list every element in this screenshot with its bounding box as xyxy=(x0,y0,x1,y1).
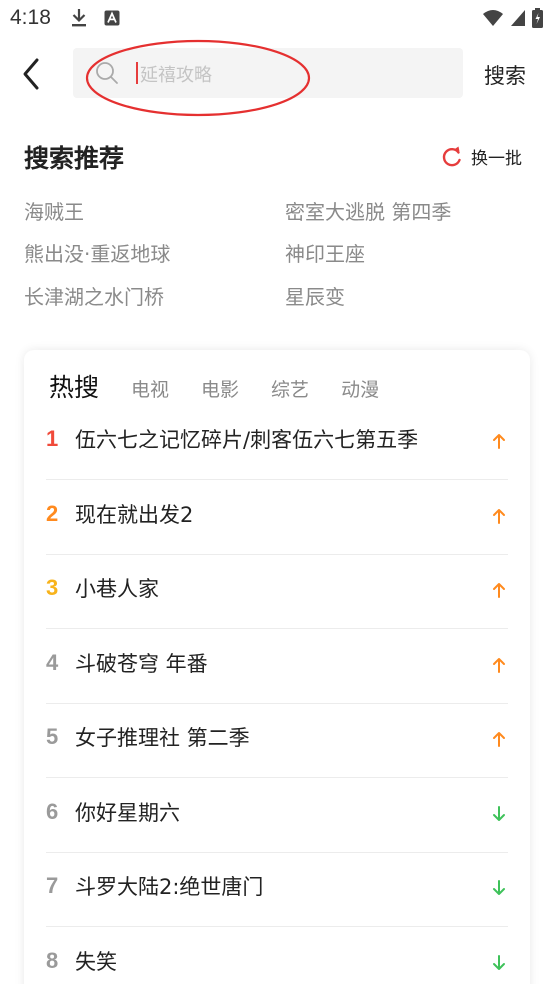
status-time: 4:18 xyxy=(10,6,51,29)
refresh-label: 换一批 xyxy=(471,149,522,169)
rank-number: 3 xyxy=(46,575,59,600)
recommend-item[interactable]: 海贼王 xyxy=(24,196,84,225)
rank-title: 小巷人家 xyxy=(75,577,159,601)
search-input[interactable]: 延禧攻略 xyxy=(73,48,463,98)
rank-title: 失笑 xyxy=(75,949,117,974)
rank-title: 斗罗大陆2:绝世唐门 xyxy=(75,875,264,899)
status-icons xyxy=(482,8,543,32)
recommend-item[interactable]: 神印王座 xyxy=(285,238,365,267)
text-cursor xyxy=(136,62,138,84)
rank-title: 现在就出发2 xyxy=(75,502,194,527)
hot-search-row[interactable]: 8 失笑 xyxy=(46,928,508,984)
refresh-icon xyxy=(442,146,461,166)
trend-down-icon xyxy=(493,805,505,821)
wifi-icon xyxy=(482,9,504,31)
battery-icon xyxy=(532,8,543,32)
download-icon xyxy=(70,8,88,32)
search-icon xyxy=(95,61,119,89)
category-tabs: 热搜 电视 电影 综艺 动漫 xyxy=(49,368,411,404)
tab-anime[interactable]: 动漫 xyxy=(341,375,379,402)
signal-icon xyxy=(510,9,526,31)
trend-up-icon xyxy=(493,508,505,524)
back-button[interactable] xyxy=(18,56,48,92)
rank-title: 伍六七之记忆碎片/刺客伍六七第五季 xyxy=(75,428,419,452)
trend-down-icon xyxy=(493,954,505,970)
trend-up-icon xyxy=(493,657,505,673)
rank-number: 2 xyxy=(46,500,59,526)
hot-search-row[interactable]: 5 女子推理社 第二季 xyxy=(46,704,508,778)
rank-number: 7 xyxy=(46,873,59,898)
accessibility-icon xyxy=(104,10,120,30)
hot-search-row[interactable]: 3 小巷人家 xyxy=(46,555,508,629)
hot-search-card: 热搜 电视 电影 综艺 动漫 1 伍六七之记忆碎片/刺客伍六七第五季 2 现在就出发2… xyxy=(24,350,530,984)
rank-title: 女子推理社 第二季 xyxy=(75,726,250,750)
rank-title: 斗破苍穹 年番 xyxy=(75,651,208,676)
tab-tv[interactable]: 电视 xyxy=(131,375,169,402)
tab-variety[interactable]: 综艺 xyxy=(271,375,309,402)
recommend-item[interactable]: 星辰变 xyxy=(285,281,345,310)
trend-up-icon xyxy=(493,732,505,747)
tab-hot[interactable]: 热搜 xyxy=(49,368,99,404)
screen: 4:18 延禧攻略 搜索 搜索推荐 换一批 海贼王 密室大逃脱 第四季 熊出没·… xyxy=(0,0,553,984)
recommend-item[interactable]: 密室大逃脱 第四季 xyxy=(285,196,451,225)
hot-search-row[interactable]: 6 你好星期六 xyxy=(46,779,508,853)
refresh-button[interactable]: 换一批 xyxy=(441,144,522,169)
rank-number: 8 xyxy=(46,947,59,973)
hot-search-row[interactable]: 7 斗罗大陆2:绝世唐门 xyxy=(46,853,508,927)
status-bar: 4:18 xyxy=(0,0,553,38)
rank-title: 你好星期六 xyxy=(75,800,180,825)
rank-number: 1 xyxy=(46,426,59,451)
search-placeholder: 延禧攻略 xyxy=(140,65,212,86)
recommend-item[interactable]: 长津湖之水门桥 xyxy=(24,281,164,310)
hot-search-row[interactable]: 1 伍六七之记忆碎片/刺客伍六七第五季 xyxy=(46,406,508,480)
trend-down-icon xyxy=(493,880,505,895)
trend-up-icon xyxy=(493,583,505,598)
search-button[interactable]: 搜索 xyxy=(484,60,526,90)
rank-number: 5 xyxy=(46,724,59,749)
hot-search-row[interactable]: 2 现在就出发2 xyxy=(46,481,508,555)
hot-search-row[interactable]: 4 斗破苍穹 年番 xyxy=(46,630,508,704)
recommend-item[interactable]: 熊出没·重返地球 xyxy=(24,238,170,267)
trend-up-icon xyxy=(493,434,505,449)
recommend-title: 搜索推荐 xyxy=(24,144,125,173)
tab-movie[interactable]: 电影 xyxy=(201,375,239,402)
back-arrow-icon xyxy=(23,58,39,90)
rank-number: 4 xyxy=(46,649,59,675)
rank-number: 6 xyxy=(46,798,59,824)
